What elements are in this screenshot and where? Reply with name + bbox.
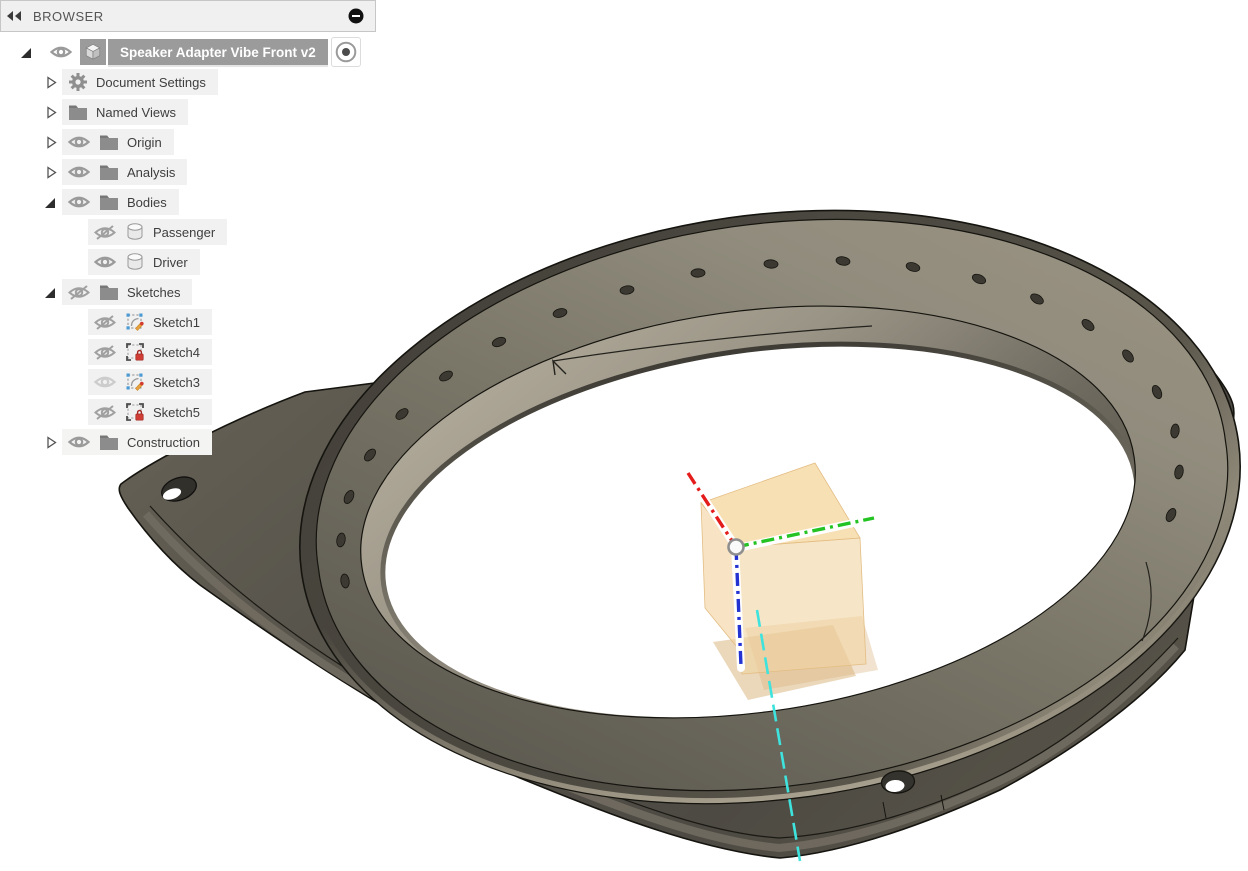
body-cylinder-icon bbox=[124, 221, 146, 243]
speaker-adapter-body bbox=[119, 152, 1248, 862]
collapse-panel-icon[interactable] bbox=[1, 3, 27, 29]
tree-row-origin[interactable]: Origin bbox=[0, 127, 174, 157]
expand-arrow-icon[interactable] bbox=[20, 46, 33, 59]
tree-item-label: Sketch1 bbox=[153, 315, 200, 330]
eye-slash-icon[interactable] bbox=[93, 314, 117, 331]
eye-icon[interactable] bbox=[67, 134, 91, 151]
expand-arrow-icon[interactable] bbox=[44, 136, 57, 149]
expand-arrow-icon[interactable] bbox=[44, 106, 57, 119]
sketch-icon bbox=[124, 371, 146, 393]
tree-row-sketch3[interactable]: Sketch3 bbox=[0, 367, 212, 397]
folder-icon bbox=[67, 101, 89, 123]
tree-row-root[interactable]: Speaker Adapter Vibe Front v2 bbox=[0, 37, 361, 67]
sketch-locked-icon bbox=[124, 401, 146, 423]
tree-row-sketch1[interactable]: Sketch1 bbox=[0, 307, 212, 337]
tree-row-driver[interactable]: Driver bbox=[0, 247, 200, 277]
eye-icon[interactable] bbox=[93, 254, 117, 271]
folder-icon bbox=[98, 191, 120, 213]
root-component-label[interactable]: Speaker Adapter Vibe Front v2 bbox=[108, 39, 328, 65]
folder-icon bbox=[98, 281, 120, 303]
browser-panel-header: BROWSER bbox=[0, 0, 376, 32]
origin-point bbox=[729, 540, 744, 555]
eye-slash-icon[interactable] bbox=[93, 344, 117, 361]
eye-slash-icon[interactable] bbox=[67, 284, 91, 301]
fusion360-viewport: BROWSER Speaker Adapter Vibe Front v2 bbox=[0, 0, 1248, 871]
tree-row-document-settings[interactable]: Document Settings bbox=[0, 67, 218, 97]
origin-box-right bbox=[737, 538, 866, 674]
tree-row-analysis[interactable]: Analysis bbox=[0, 157, 187, 187]
folder-icon bbox=[98, 431, 120, 453]
tree-row-bodies[interactable]: Bodies bbox=[0, 187, 179, 217]
expand-arrow-icon[interactable] bbox=[44, 166, 57, 179]
tree-item-label: Document Settings bbox=[96, 75, 206, 90]
body-cylinder-icon bbox=[124, 251, 146, 273]
eye-icon[interactable] bbox=[67, 434, 91, 451]
tree-item-label: Sketch4 bbox=[153, 345, 200, 360]
eye-icon[interactable] bbox=[67, 194, 91, 211]
sketch-icon bbox=[124, 311, 146, 333]
tree-item-label: Bodies bbox=[127, 195, 167, 210]
expand-arrow-icon[interactable] bbox=[44, 76, 57, 89]
tree-item-label: Driver bbox=[153, 255, 188, 270]
folder-icon bbox=[98, 131, 120, 153]
eye-slash-icon[interactable] bbox=[93, 224, 117, 241]
minimize-panel-icon[interactable] bbox=[343, 3, 369, 29]
expand-arrow-icon[interactable] bbox=[44, 286, 57, 299]
tree-item-label: Sketch5 bbox=[153, 405, 200, 420]
tree-row-sketches[interactable]: Sketches bbox=[0, 277, 192, 307]
tree-row-sketch5[interactable]: Sketch5 bbox=[0, 397, 212, 427]
tree-item-label: Origin bbox=[127, 135, 162, 150]
eye-icon[interactable] bbox=[49, 44, 73, 61]
expand-arrow-icon[interactable] bbox=[44, 436, 57, 449]
eye-slash-icon[interactable] bbox=[93, 404, 117, 421]
tree-row-passenger[interactable]: Passenger bbox=[0, 217, 227, 247]
activate-component-radio[interactable] bbox=[331, 37, 361, 67]
eye-dimmed-icon[interactable] bbox=[93, 374, 117, 391]
tree-row-named-views[interactable]: Named Views bbox=[0, 97, 188, 127]
gear-icon bbox=[67, 71, 89, 93]
tree-item-label: Sketches bbox=[127, 285, 180, 300]
tree-row-construction[interactable]: Construction bbox=[0, 427, 212, 457]
tree-item-label: Passenger bbox=[153, 225, 215, 240]
tree-item-label: Construction bbox=[127, 435, 200, 450]
component-cube-icon bbox=[80, 39, 106, 65]
sketch-locked-icon bbox=[124, 341, 146, 363]
tree-item-label: Named Views bbox=[96, 105, 176, 120]
tree-item-label: Sketch3 bbox=[153, 375, 200, 390]
expand-arrow-icon[interactable] bbox=[44, 196, 57, 209]
tree-row-sketch4[interactable]: Sketch4 bbox=[0, 337, 212, 367]
eye-icon[interactable] bbox=[67, 164, 91, 181]
panel-title: BROWSER bbox=[33, 9, 343, 24]
tree-item-label: Analysis bbox=[127, 165, 175, 180]
folder-icon bbox=[98, 161, 120, 183]
